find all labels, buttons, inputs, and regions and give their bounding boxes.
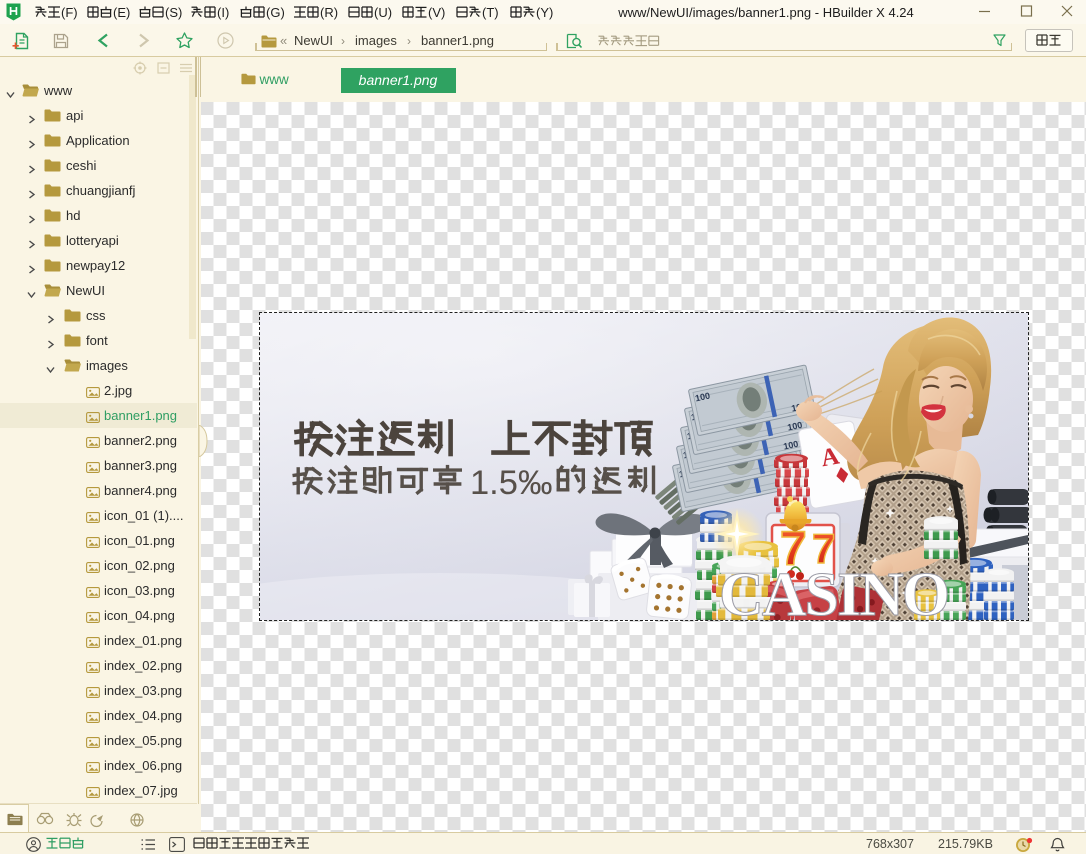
svg-text:1.5‰: 1.5‰: [470, 464, 552, 502]
svg-text:CASINO: CASINO: [719, 561, 948, 620]
